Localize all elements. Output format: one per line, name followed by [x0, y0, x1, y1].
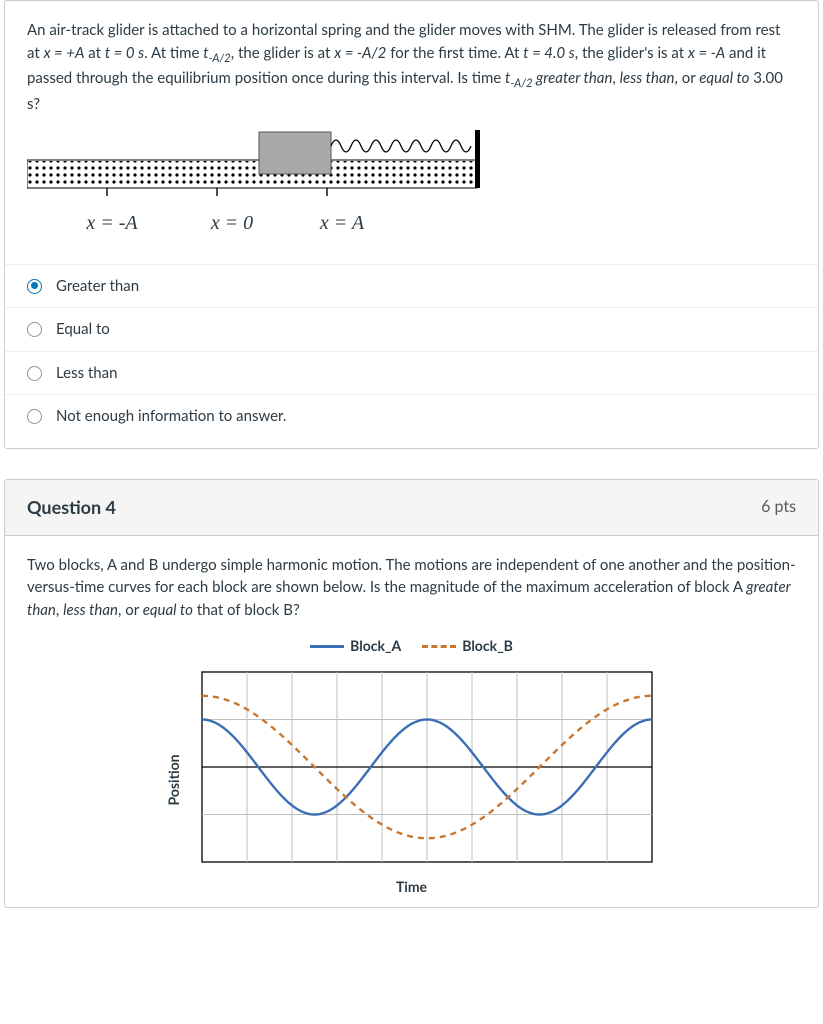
question-title: Question 4	[27, 494, 116, 521]
question-points: 6 pts	[761, 495, 796, 519]
airtrack-svg	[27, 130, 487, 200]
answer-less-than[interactable]: Less than	[5, 352, 818, 396]
chart-wrap: Block_A Block_B Position Time	[27, 635, 796, 897]
answer-not-enough-info[interactable]: Not enough information to answer.	[5, 395, 818, 438]
radio-icon	[27, 322, 42, 337]
legend-line-b-icon	[422, 645, 456, 648]
axis-zero: x = 0	[177, 208, 287, 238]
legend-label-b: Block_B	[462, 637, 513, 654]
answer-label: Less than	[56, 362, 117, 385]
radio-icon	[27, 366, 42, 381]
question-4-header: Question 4 6 pts	[5, 480, 818, 536]
answer-label: Not enough information to answer.	[56, 405, 286, 428]
q4-prompt: Two blocks, A and B undergo simple harmo…	[27, 554, 796, 622]
chart-container: Position Time	[142, 662, 682, 897]
question-3-body: An air-track glider is attached to a hor…	[5, 1, 818, 448]
answer-equal-to[interactable]: Equal to	[5, 308, 818, 352]
radio-icon	[27, 279, 42, 294]
chart-xlabel: Time	[142, 876, 682, 897]
axis-labels: x = -A x = 0 x = A	[27, 208, 796, 238]
legend-label-a: Block_A	[350, 637, 401, 654]
legend-line-a-icon	[310, 645, 344, 648]
q3-prompt: An air-track glider is attached to a hor…	[27, 19, 796, 116]
chart-legend: Block_A Block_B	[27, 635, 796, 656]
axis-pos-A: x = A	[287, 208, 397, 238]
radio-icon	[27, 409, 42, 424]
question-3-card: An air-track glider is attached to a hor…	[4, 0, 819, 449]
question-4-card: Question 4 6 pts Two blocks, A and B und…	[4, 479, 819, 909]
question-4-body: Two blocks, A and B undergo simple harmo…	[5, 536, 818, 908]
answer-label: Greater than	[56, 275, 139, 298]
answer-label: Equal to	[56, 318, 110, 341]
position-vs-time-chart	[162, 662, 662, 872]
answer-greater-than[interactable]: Greater than	[5, 265, 818, 309]
axis-neg-A: x = -A	[47, 208, 177, 238]
q3-answers: Greater than Equal to Less than Not enou…	[5, 264, 818, 438]
chart-ylabel: Position	[163, 754, 184, 805]
airtrack-diagram: x = -A x = 0 x = A	[27, 130, 796, 238]
